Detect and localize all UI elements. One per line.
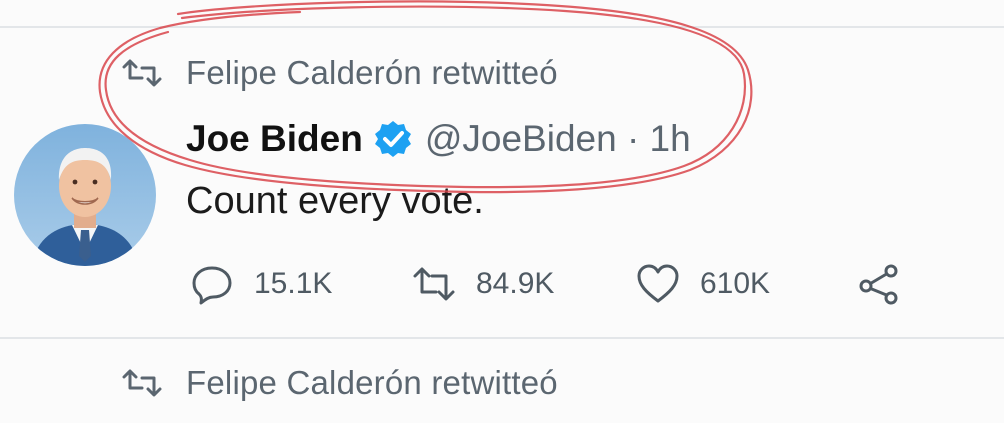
reply-icon [192, 266, 232, 305]
tweet-divider [0, 337, 1004, 339]
tweet-header: Joe Biden @JoeBiden · 1h [186, 118, 691, 160]
reply-count: 15.1K [254, 267, 333, 300]
retweet-icon [122, 369, 162, 397]
like-count: 610K [700, 267, 771, 300]
tweet-text: Count every vote. [186, 180, 484, 222]
avatar[interactable] [14, 124, 156, 266]
reply-button[interactable]: 15.1K [190, 262, 332, 306]
share-icon [859, 264, 898, 305]
retweet-icon [413, 267, 455, 301]
tweet-action-bar: 15.1K 84.9K 610K [190, 262, 910, 312]
author-name[interactable]: Joe Biden [186, 118, 363, 160]
next-retweet-notice-text: Felipe Calderón retwitteó [186, 364, 558, 401]
avatar-photo [32, 148, 138, 266]
heart-icon [637, 264, 679, 303]
retweet-notice-text: Felipe Calderón retwitteó [186, 54, 558, 91]
retweet-count: 84.9K [476, 267, 555, 300]
retweet-button[interactable]: 84.9K [412, 262, 554, 306]
like-button[interactable]: 610K [636, 262, 770, 306]
author-handle-time[interactable]: @JoeBiden · 1h [425, 118, 691, 160]
retweet-icon [122, 59, 162, 87]
retweet-notice: Felipe Calderón retwitteó [120, 54, 558, 92]
share-button[interactable] [858, 262, 902, 306]
next-retweet-notice: Felipe Calderón retwitteó [120, 364, 558, 402]
verified-badge-icon [374, 121, 411, 157]
top-divider [0, 26, 1004, 28]
